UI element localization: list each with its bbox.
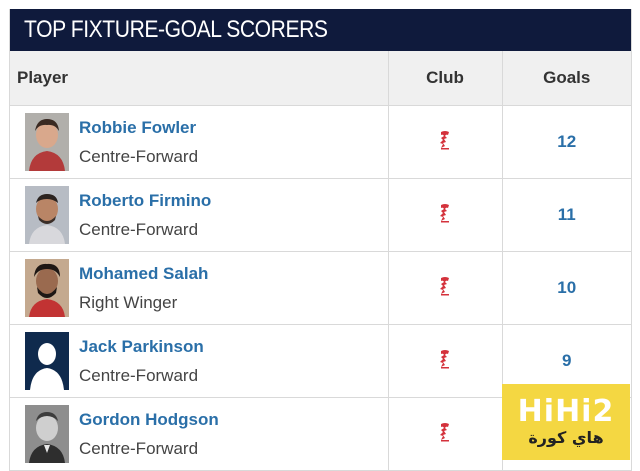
watermark-logo: HiHi2 — [517, 394, 615, 429]
liverpool-crest-icon[interactable] — [438, 130, 452, 150]
player-name-link[interactable]: Robbie Fowler — [79, 117, 198, 139]
liverpool-crest-icon[interactable] — [438, 422, 452, 442]
player-name-link[interactable]: Jack Parkinson — [79, 336, 204, 358]
goals-count: 11 — [557, 205, 576, 224]
player-position: Centre-Forward — [79, 365, 199, 385]
player-position: Centre-Forward — [79, 146, 199, 166]
player-position: Centre-Forward — [79, 438, 199, 458]
table-row: Roberto Firmino Centre-Forward 11 — [10, 178, 631, 252]
player-cell: Roberto Firmino Centre-Forward — [10, 178, 389, 252]
player-photo-avatar[interactable] — [25, 186, 69, 244]
liverpool-crest-icon[interactable] — [438, 276, 452, 296]
widget-title-bar: TOP FIXTURE-GOAL SCORERS — [10, 9, 631, 51]
liverpool-crest-icon[interactable] — [438, 349, 452, 369]
player-name-link[interactable]: Mohamed Salah — [79, 263, 208, 285]
goals-cell: 11 — [502, 178, 631, 252]
column-header-goals: Goals — [502, 51, 631, 106]
player-cell: Robbie Fowler Centre-Forward — [10, 105, 389, 179]
club-cell — [388, 105, 503, 179]
club-cell — [388, 324, 503, 398]
column-header-player: Player — [10, 51, 389, 106]
widget-title: TOP FIXTURE-GOAL SCORERS — [24, 16, 328, 43]
player-cell: Gordon Hodgson Centre-Forward — [10, 397, 389, 471]
watermark-subtitle: هاي كورة — [528, 428, 604, 447]
player-position: Centre-Forward — [79, 219, 199, 239]
site-watermark: HiHi2 هاي كورة — [502, 384, 630, 460]
table-row: Robbie Fowler Centre-Forward 12 — [10, 105, 631, 179]
column-header-club: Club — [388, 51, 503, 106]
player-cell: Jack Parkinson Centre-Forward — [10, 324, 389, 398]
table-row: Mohamed Salah Right Winger 10 — [10, 251, 631, 325]
player-position: Right Winger — [79, 292, 178, 312]
player-photo-avatar[interactable] — [25, 113, 69, 171]
player-placeholder-avatar[interactable] — [25, 332, 69, 390]
goals-cell: 10 — [502, 251, 631, 325]
player-photo-avatar[interactable] — [25, 405, 69, 463]
table-header-row: Player Club Goals — [10, 51, 631, 106]
goals-count: 9 — [562, 351, 572, 370]
liverpool-crest-icon[interactable] — [438, 203, 452, 223]
club-cell — [388, 251, 503, 325]
player-name-link[interactable]: Roberto Firmino — [79, 190, 211, 212]
goals-count: 12 — [557, 132, 577, 151]
player-cell: Mohamed Salah Right Winger — [10, 251, 389, 325]
player-name-link[interactable]: Gordon Hodgson — [79, 409, 219, 431]
player-photo-avatar[interactable] — [25, 259, 69, 317]
club-cell — [388, 178, 503, 252]
club-cell — [388, 397, 503, 471]
goals-count: 10 — [557, 278, 577, 297]
goals-cell: 12 — [502, 105, 631, 179]
